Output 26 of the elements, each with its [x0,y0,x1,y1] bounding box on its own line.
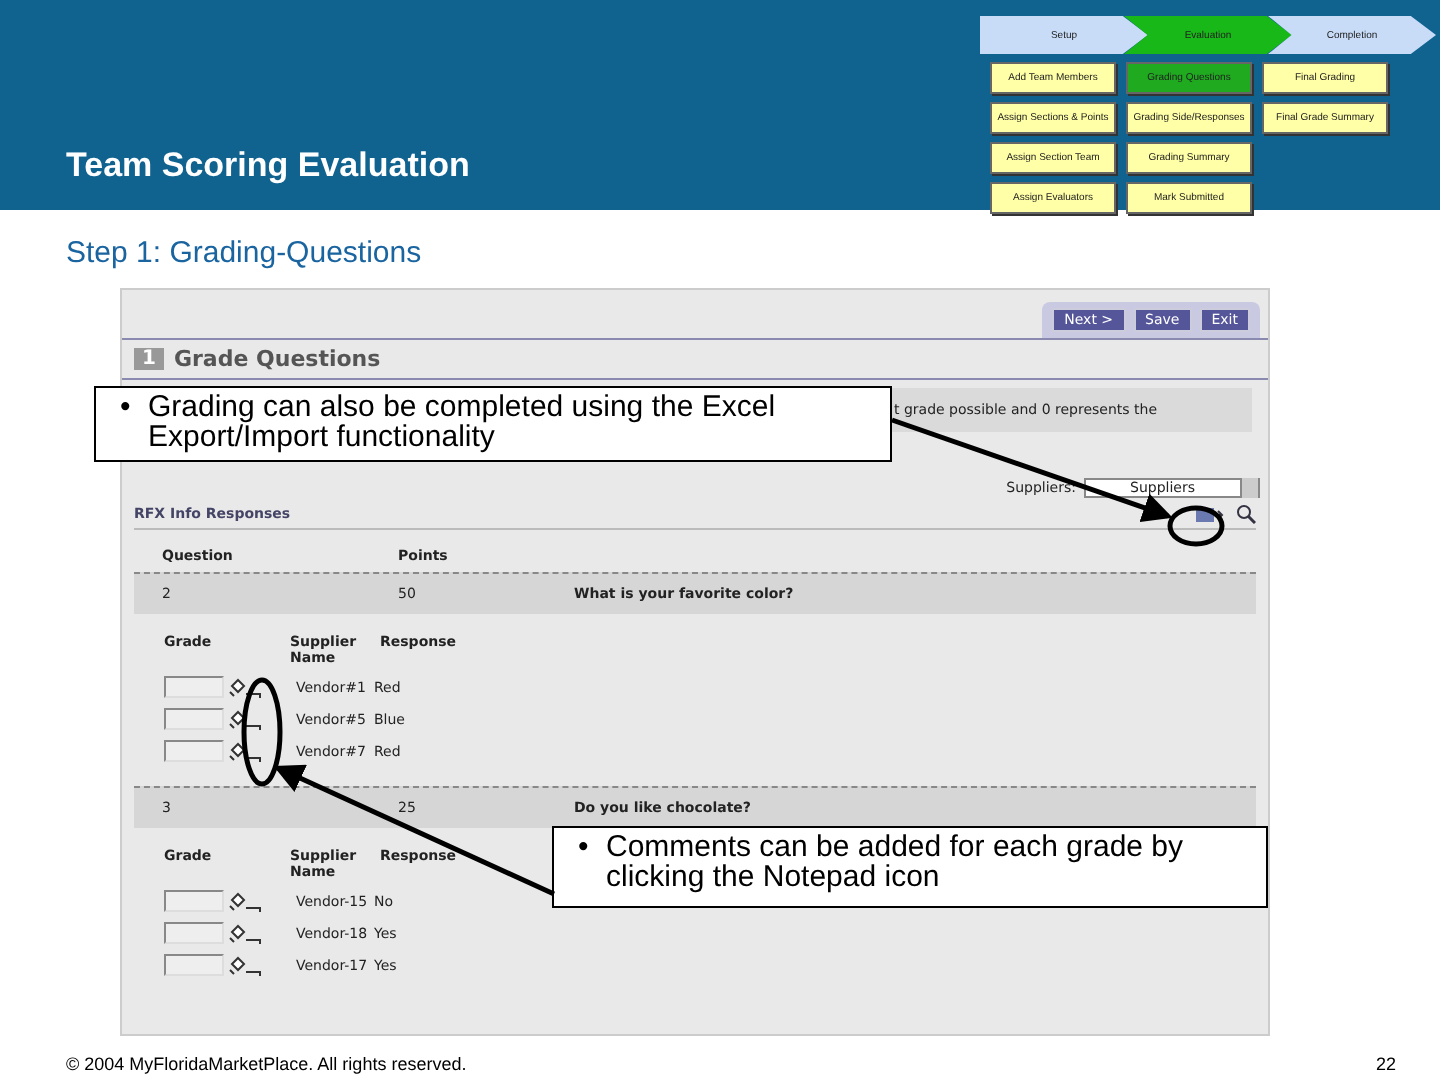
notepad-icon[interactable] [228,709,264,729]
search-icon[interactable] [1236,504,1256,524]
callout-text: Comments can be added for each grade by clicking the Notepad icon [606,830,1184,894]
grade-field[interactable] [164,676,224,698]
notepad-icon[interactable] [228,955,264,975]
bullet: • [578,832,589,862]
step-title: Step 1: Grading-Questions [66,236,424,270]
page-number: 22 [1375,1054,1396,1074]
grade-field[interactable] [164,740,224,762]
page-title: Team Scoring Evaluation [66,146,470,186]
grade-field[interactable] [164,708,224,730]
notepad-icon[interactable] [228,923,264,943]
section-number: 1 [134,348,164,370]
bullet: • [120,392,131,422]
section-title: Grade Questions [173,346,381,372]
highlight-ellipse [241,677,283,787]
grade-field[interactable] [164,954,224,976]
notepad-icon[interactable] [228,677,264,697]
callout-text: Grading can also be completed using the Excel Export/Import functionality [148,390,776,454]
notepad-icon[interactable] [228,891,264,911]
grade-field[interactable] [164,890,224,912]
highlight-ellipse [1167,505,1225,547]
export-icon[interactable] [1196,505,1224,523]
grade-field[interactable] [164,922,224,944]
copyright-text: © 2004 MyFloridaMarketPlace. All rights reserved. [66,1054,467,1074]
notepad-icon[interactable] [228,741,264,761]
